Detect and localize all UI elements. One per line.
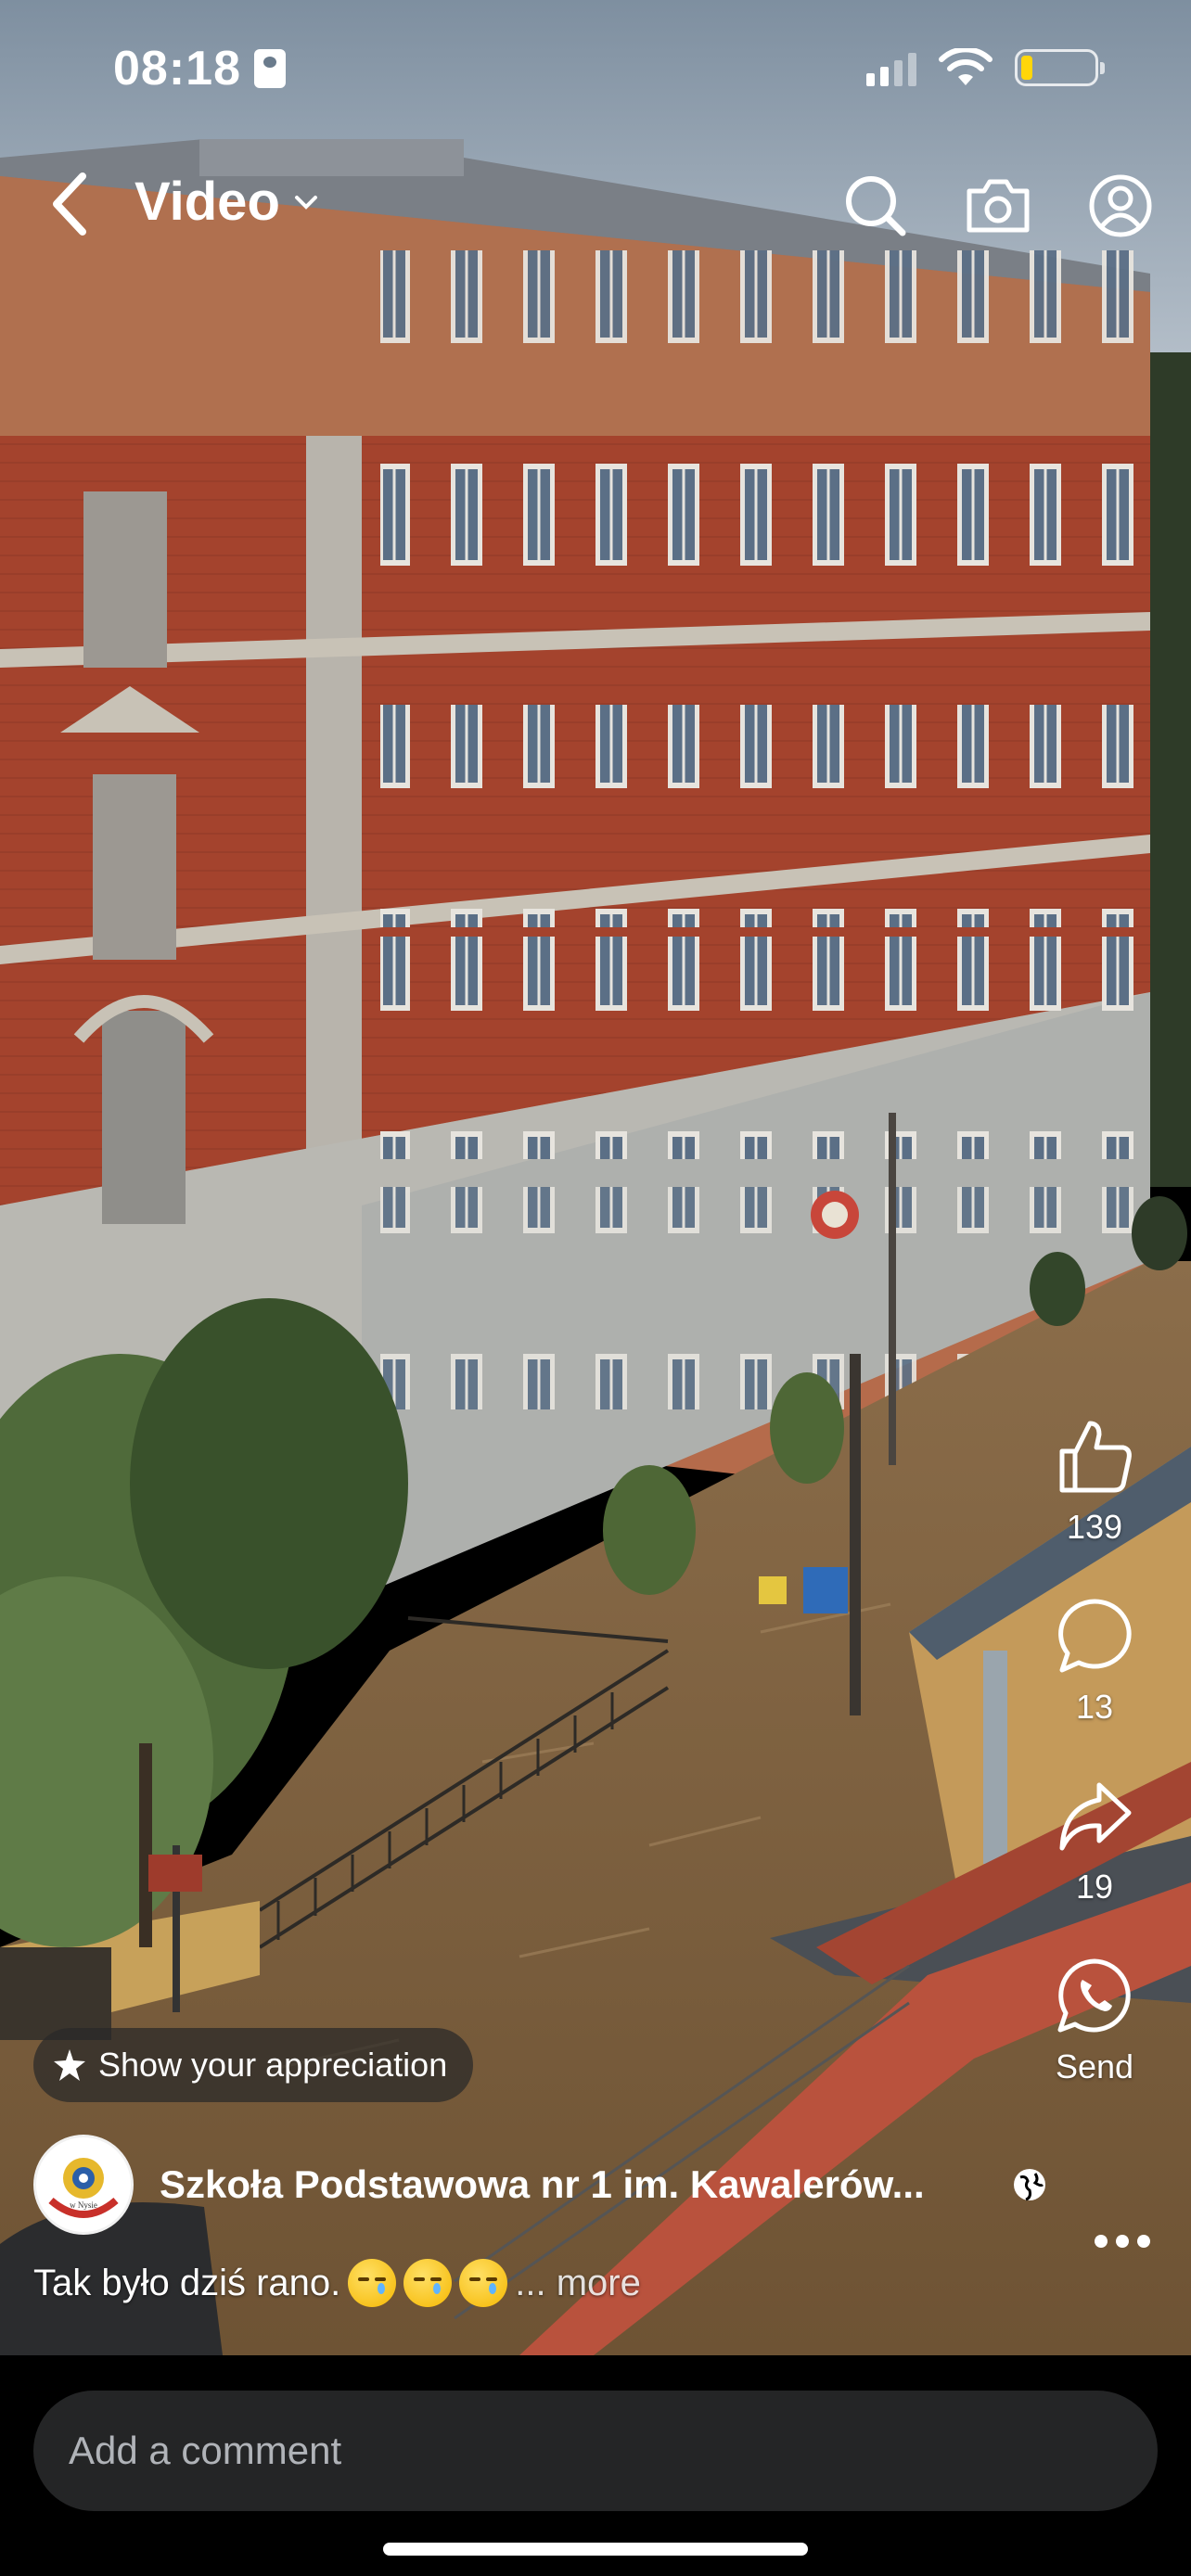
author-avatar[interactable]: w Nysie xyxy=(33,2135,134,2235)
cellular-signal-icon xyxy=(866,49,916,86)
top-nav: Video xyxy=(0,158,1191,250)
more-options-button[interactable] xyxy=(1095,2235,1150,2248)
send-whatsapp-button[interactable]: Send xyxy=(1048,1949,1141,2086)
status-indicators xyxy=(866,48,1105,87)
comment-button[interactable]: 13 xyxy=(1048,1589,1141,1727)
globe-public-icon xyxy=(1014,2169,1045,2201)
battery-icon xyxy=(1015,49,1105,86)
post-author[interactable]: w Nysie Szkoła Podstawowa nr 1 im. Kawal… xyxy=(33,2135,1054,2235)
crying-face-emoji xyxy=(459,2259,508,2307)
like-count: 139 xyxy=(1066,1508,1123,1546)
contact-card-icon xyxy=(254,49,286,88)
action-rail: 139 13 19 Send xyxy=(1020,1409,1169,2129)
share-count: 19 xyxy=(1075,1868,1114,1906)
profile-icon xyxy=(1089,174,1152,237)
search-button[interactable] xyxy=(833,163,918,249)
video-title-dropdown[interactable]: Video xyxy=(134,171,319,233)
more-dots-icon xyxy=(1095,2235,1108,2248)
chevron-down-icon xyxy=(294,195,317,210)
school-emblem-logo: w Nysie xyxy=(37,2138,130,2231)
comment-count: 13 xyxy=(1075,1688,1114,1726)
share-arrow-icon xyxy=(1059,1782,1132,1851)
author-name[interactable]: Szkoła Podstawowa nr 1 im. Kawalerów... xyxy=(160,2162,925,2207)
whatsapp-icon xyxy=(1057,1958,1131,2033)
show-appreciation-button[interactable]: Show your appreciation xyxy=(33,2028,474,2102)
avatar-text: w Nysie xyxy=(70,2200,97,2210)
caption-text: Tak było dziś rano. xyxy=(33,2262,341,2303)
status-time: 08:18 xyxy=(113,41,286,96)
nav-title: Video xyxy=(134,172,280,232)
appreciation-label: Show your appreciation xyxy=(98,2046,448,2084)
comment-bubble-icon xyxy=(1058,1599,1132,1673)
back-button[interactable] xyxy=(37,167,102,241)
crying-face-emoji xyxy=(348,2259,397,2307)
wifi-icon xyxy=(939,48,992,85)
see-more-link[interactable]: ... more xyxy=(515,2263,641,2304)
search-icon xyxy=(846,176,906,236)
post-caption[interactable]: Tak było dziś rano. ... more xyxy=(33,2259,641,2307)
video-player[interactable] xyxy=(0,0,1191,2355)
camera-icon xyxy=(967,179,1030,233)
comment-placeholder: Add a comment xyxy=(69,2429,342,2472)
sparkle-star-icon xyxy=(54,2049,85,2081)
share-button[interactable]: 19 xyxy=(1048,1769,1141,1906)
thumbs-up-icon xyxy=(1059,1421,1132,1493)
like-button[interactable]: 139 xyxy=(1048,1409,1141,1547)
back-icon xyxy=(53,172,86,236)
comment-bar: Add a comment xyxy=(0,2355,1191,2576)
add-comment-input[interactable]: Add a comment xyxy=(33,2391,1158,2511)
profile-button[interactable] xyxy=(1078,163,1163,249)
video-frame-flooded-school xyxy=(0,0,1191,2355)
status-time-text: 08:18 xyxy=(113,42,241,96)
crying-face-emoji xyxy=(403,2259,453,2307)
send-label: Send xyxy=(1055,2047,1134,2085)
camera-button[interactable] xyxy=(955,163,1041,249)
nav-actions xyxy=(833,163,1163,249)
status-bar: 08:18 xyxy=(0,0,1191,139)
home-indicator[interactable] xyxy=(383,2543,808,2556)
